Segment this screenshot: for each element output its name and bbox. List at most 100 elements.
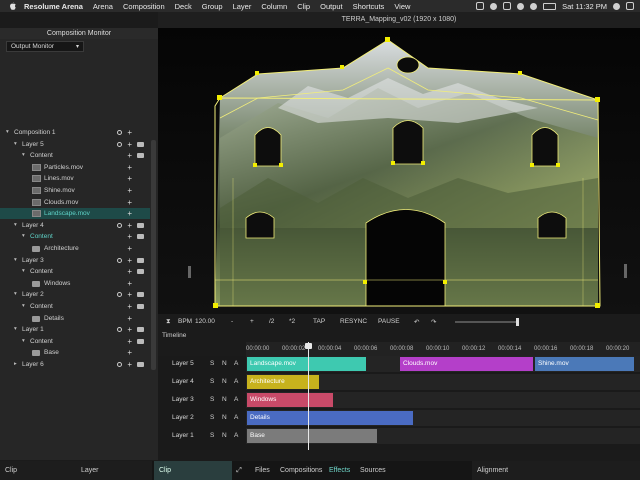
tree-scrollbar[interactable] (151, 140, 156, 370)
tree-row-layer[interactable]: ▾ Layer 2 + (0, 289, 150, 300)
tree-row-clip[interactable]: Clouds.mov + (0, 197, 150, 208)
playhead-handle[interactable] (305, 343, 312, 349)
tab-clip[interactable]: Clip (154, 461, 232, 480)
menu-icon[interactable] (137, 222, 144, 228)
tab-effects[interactable]: Effects (324, 461, 350, 480)
track-flag-n[interactable]: N (222, 414, 227, 421)
track-flag-n[interactable]: N (222, 378, 227, 385)
track-flag-s[interactable]: S (210, 432, 214, 439)
add-icon[interactable]: + (127, 266, 132, 277)
timeline-clip[interactable]: Base (247, 429, 377, 443)
add-icon[interactable]: + (127, 231, 132, 242)
tab-clip-left[interactable]: Clip (0, 461, 76, 480)
tab-sources[interactable]: Sources (355, 461, 386, 480)
tab-files[interactable]: Files (250, 461, 270, 480)
tree-row-content[interactable]: ▾ Content + (0, 266, 150, 277)
tab-alignment[interactable]: Alignment (472, 461, 640, 480)
tree-row-folder[interactable]: Windows + (0, 278, 150, 289)
menu-shortcuts[interactable]: Shortcuts (353, 2, 385, 11)
app-menu[interactable]: Resolume Arena (24, 2, 83, 11)
add-icon[interactable]: + (127, 301, 132, 312)
dropbox-icon[interactable] (476, 2, 485, 10)
menu-icon[interactable] (137, 153, 144, 159)
track-flag-s[interactable]: S (210, 360, 214, 367)
visibility-icon[interactable] (117, 222, 122, 228)
track-flag-a[interactable]: A (234, 414, 238, 421)
track-lane[interactable]: Base (246, 428, 640, 444)
tree-row-layer[interactable]: ▾ Layer 5 + (0, 139, 150, 150)
visibility-icon[interactable] (117, 141, 122, 147)
disclosure-arrow-icon[interactable]: ▾ (22, 336, 25, 347)
visibility-icon[interactable] (117, 362, 122, 367)
menu-icon[interactable] (137, 292, 144, 298)
tree-row-clip[interactable]: Lines.mov + (0, 173, 150, 184)
track-name[interactable]: Layer 4 (172, 378, 194, 385)
metronome-icon[interactable]: ⧗ (166, 318, 171, 326)
menu-icon[interactable] (137, 338, 144, 344)
track-flag-n[interactable]: N (222, 432, 227, 439)
menu-icon[interactable] (137, 362, 144, 367)
tab-layer[interactable]: Layer (76, 461, 152, 480)
track-lane[interactable]: Windows (246, 392, 640, 408)
tree-row-layer[interactable]: ▾ Layer 1 + (0, 324, 150, 335)
add-icon[interactable]: + (127, 359, 132, 370)
menu-arena[interactable]: Arena (93, 2, 113, 11)
timeline-clip[interactable]: Windows (247, 393, 334, 407)
speed-slider[interactable] (455, 318, 519, 326)
disclosure-arrow-icon[interactable]: ▸ (14, 359, 17, 370)
add-icon[interactable]: + (127, 139, 132, 150)
add-icon[interactable]: + (127, 336, 132, 347)
track-lane[interactable]: Details (246, 410, 640, 426)
bluetooth-icon[interactable] (517, 2, 525, 10)
track-lane[interactable]: Landscape.mov Clouds.mov Shine.mov (246, 356, 640, 372)
menu-icon[interactable] (137, 141, 144, 147)
menu-clip[interactable]: Clip (297, 2, 310, 11)
menu-deck[interactable]: Deck (175, 2, 192, 11)
tree-row-folder[interactable]: Details + (0, 313, 150, 324)
tree-row-layer[interactable]: ▾ Layer 3 + (0, 255, 150, 266)
add-icon[interactable]: + (127, 313, 132, 324)
timeline-clip[interactable]: Landscape.mov (247, 357, 366, 371)
track-flag-n[interactable]: N (222, 396, 227, 403)
timeline-clip[interactable]: Clouds.mov (400, 357, 534, 371)
add-icon[interactable]: + (127, 347, 132, 358)
menu-layer[interactable]: Layer (233, 2, 252, 11)
menubar-clock[interactable]: Sat 11:32 PM (562, 2, 607, 11)
menu-output[interactable]: Output (320, 2, 343, 11)
add-icon[interactable]: + (127, 220, 132, 231)
tree-row-content[interactable]: ▾ Content + (0, 301, 150, 312)
track-flag-a[interactable]: A (234, 360, 238, 367)
disclosure-arrow-icon[interactable]: ▾ (14, 220, 17, 231)
menu-icon[interactable] (137, 257, 144, 263)
output-select[interactable]: Output Monitor ▾ (6, 41, 84, 52)
resync-button[interactable]: RESYNC (340, 318, 367, 325)
apple-icon[interactable] (8, 1, 18, 11)
tree-row-content[interactable]: ▾ Content + (0, 336, 150, 347)
tree-row-layer[interactable]: ▸ Layer 6 + (0, 359, 150, 370)
menu-icon[interactable] (137, 269, 144, 275)
add-icon[interactable]: + (127, 173, 132, 184)
tree-row-clip[interactable]: Particles.mov + (0, 162, 150, 173)
tree-row-folder[interactable]: Architecture + (0, 243, 150, 254)
add-icon[interactable]: + (127, 162, 132, 173)
track-name[interactable]: Layer 5 (172, 360, 194, 367)
playhead[interactable] (308, 342, 309, 450)
track-flag-a[interactable]: A (234, 378, 238, 385)
visibility-icon[interactable] (117, 130, 122, 135)
bpm-value[interactable]: 120.00 (195, 318, 215, 325)
tap-button[interactable]: TAP (313, 318, 325, 325)
add-icon[interactable]: + (127, 185, 132, 196)
battery-icon[interactable] (543, 2, 557, 10)
track-name[interactable]: Layer 1 (172, 432, 194, 439)
add-icon[interactable]: + (127, 197, 132, 208)
tree-row-content[interactable]: ▾ Content + (0, 231, 150, 242)
visibility-icon[interactable] (117, 257, 122, 263)
track-flag-s[interactable]: S (210, 378, 214, 385)
menu-icon[interactable] (137, 234, 144, 240)
menu-icon[interactable] (137, 304, 144, 309)
search-icon[interactable] (613, 2, 620, 10)
speed-slider-knob[interactable] (516, 318, 519, 326)
menu-icon[interactable] (137, 327, 144, 333)
disclosure-arrow-icon[interactable]: ▾ (22, 231, 25, 242)
visibility-icon[interactable] (117, 292, 122, 298)
